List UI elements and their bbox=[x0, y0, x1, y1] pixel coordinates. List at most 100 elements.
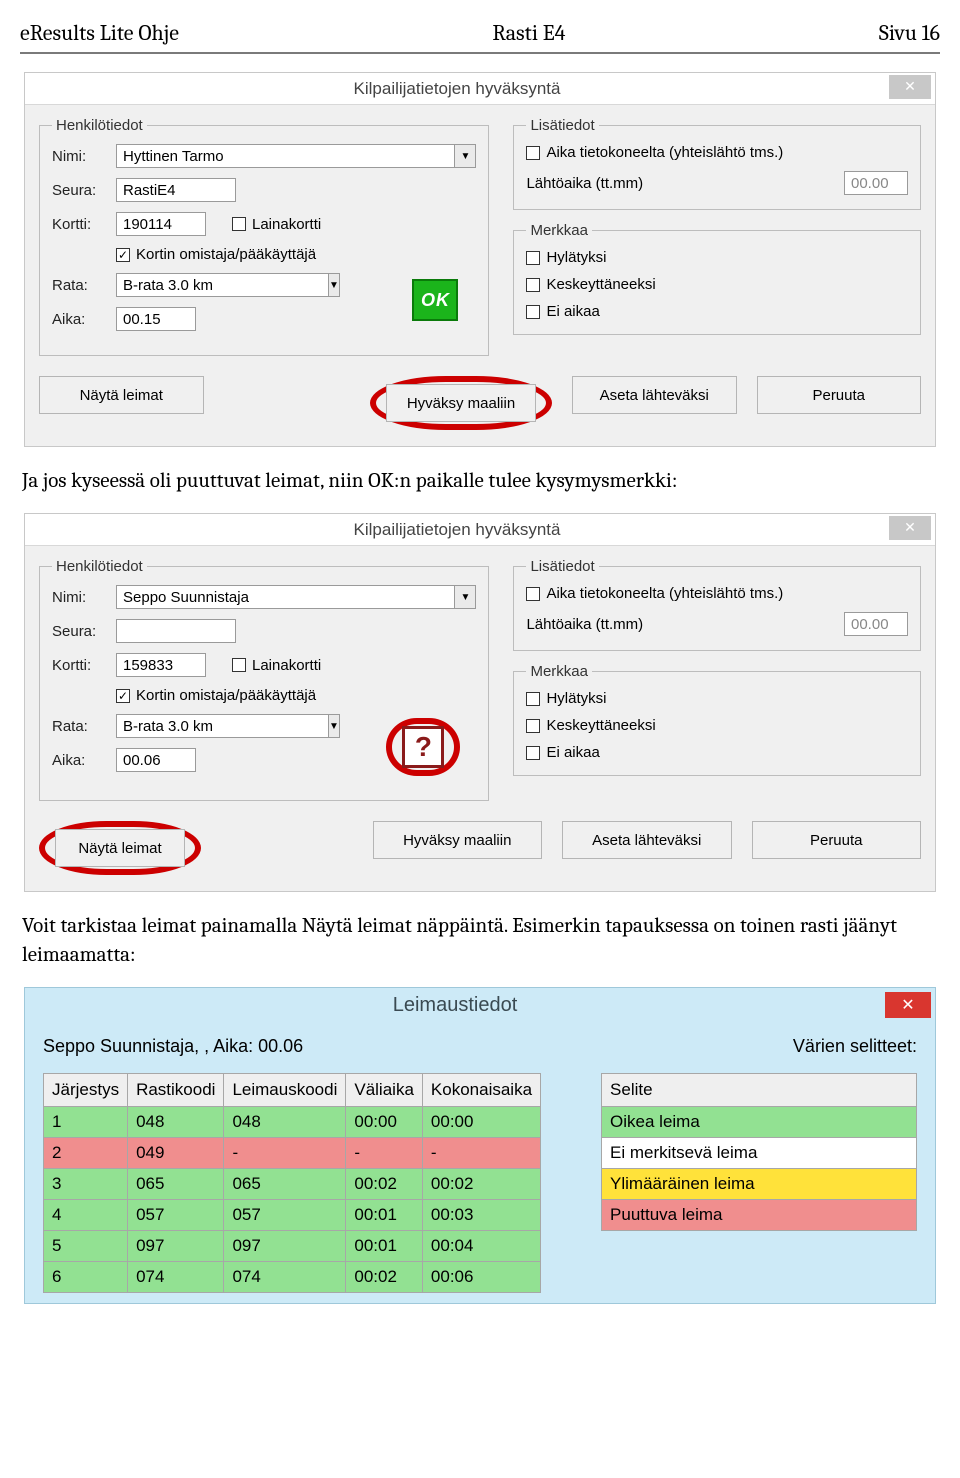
show-punches-label: Näytä leimat bbox=[80, 387, 163, 404]
dialog-title: Kilpailijatietojen hyväksyntä bbox=[25, 79, 889, 99]
legend-cell: Ei merkitsevä leima bbox=[602, 1138, 917, 1169]
narrative-2b: leimaamatta: bbox=[22, 941, 938, 969]
notime-checkbox[interactable]: Ei aikaa bbox=[526, 744, 599, 761]
label-name: Nimi: bbox=[52, 148, 116, 165]
punch-cell: 3 bbox=[44, 1169, 128, 1200]
approval-dialog-2: Kilpailijatietojen hyväksyntä ✕ Henkilöt… bbox=[24, 513, 936, 892]
legend-row: Oikea leima bbox=[602, 1107, 917, 1138]
start-time-input bbox=[844, 612, 908, 636]
time-input[interactable] bbox=[116, 748, 196, 772]
punch-cell: 00:01 bbox=[346, 1231, 423, 1262]
accept-finish-button[interactable]: Hyväksy maaliin bbox=[386, 384, 536, 422]
dnf-label: Keskeyttäneeksi bbox=[546, 276, 655, 293]
dialog-titlebar: Kilpailijatietojen hyväksyntä ✕ bbox=[25, 514, 935, 546]
close-button[interactable]: ✕ bbox=[889, 516, 931, 540]
close-button[interactable]: ✕ bbox=[889, 75, 931, 99]
computer-time-label: Aika tietokoneelta (yhteislähtö tms.) bbox=[546, 585, 783, 602]
punch-cell: 00:04 bbox=[422, 1231, 540, 1262]
computer-time-checkbox[interactable]: Aika tietokoneelta (yhteislähtö tms.) bbox=[526, 585, 783, 602]
person-group: Henkilötiedot Nimi: ▼ Seura: bbox=[39, 117, 489, 356]
header-left: eResults Lite Ohje bbox=[20, 20, 179, 46]
person-legend: Henkilötiedot bbox=[52, 558, 147, 575]
set-start-label: Aseta lähteväksi bbox=[600, 387, 709, 404]
punch-col-header: Kokonaisaika bbox=[422, 1074, 540, 1107]
punch-cell: 00:06 bbox=[422, 1262, 540, 1293]
course-input[interactable] bbox=[116, 714, 328, 738]
club-input[interactable] bbox=[116, 619, 236, 643]
name-input[interactable] bbox=[116, 144, 454, 168]
club-input[interactable] bbox=[116, 178, 236, 202]
punch-titlebar: Leimaustiedot ✕ bbox=[25, 988, 935, 1022]
label-name: Nimi: bbox=[52, 589, 116, 606]
loan-checkbox[interactable]: Lainakortti bbox=[232, 657, 321, 674]
show-punches-button[interactable]: Näytä leimat bbox=[39, 376, 204, 414]
legend-cell: Oikea leima bbox=[602, 1107, 917, 1138]
notime-checkbox[interactable]: Ei aikaa bbox=[526, 303, 599, 320]
punch-cell: 6 bbox=[44, 1262, 128, 1293]
person-group: Henkilötiedot Nimi: ▼ Seura: bbox=[39, 558, 489, 801]
owner-checkbox[interactable]: ✓Kortin omistaja/pääkäyttäjä bbox=[116, 246, 316, 263]
mark-legend: Merkkaa bbox=[526, 663, 592, 680]
punch-col-header: Leimauskoodi bbox=[224, 1074, 346, 1107]
extra-legend: Lisätiedot bbox=[526, 558, 598, 575]
card-input[interactable] bbox=[116, 653, 206, 677]
legend-header: Selite bbox=[602, 1074, 917, 1107]
punch-cell: 057 bbox=[128, 1200, 224, 1231]
punch-title: Leimaustiedot bbox=[25, 994, 885, 1017]
dialog-titlebar: Kilpailijatietojen hyväksyntä ✕ bbox=[25, 73, 935, 105]
punch-cell: 00:03 bbox=[422, 1200, 540, 1231]
owner-label: Kortin omistaja/pääkäyttäjä bbox=[136, 687, 316, 704]
dnf-checkbox[interactable]: Keskeyttäneeksi bbox=[526, 276, 655, 293]
loan-label: Lainakortti bbox=[252, 657, 321, 674]
legend-row: Puuttuva leima bbox=[602, 1200, 917, 1231]
punch-row[interactable]: 607407400:0200:06 bbox=[44, 1262, 541, 1293]
punch-col-header: Rastikoodi bbox=[128, 1074, 224, 1107]
punch-cell: 00:02 bbox=[346, 1169, 423, 1200]
extra-group: Lisätiedot Aika tietokoneelta (yhteisläh… bbox=[513, 117, 921, 210]
legend-cell: Puuttuva leima bbox=[602, 1200, 917, 1231]
punch-header-right: Värien selitteet: bbox=[793, 1036, 917, 1057]
dnf-checkbox[interactable]: Keskeyttäneeksi bbox=[526, 717, 655, 734]
punch-table: JärjestysRastikoodiLeimauskoodiVäliaikaK… bbox=[43, 1073, 541, 1293]
page-rule bbox=[20, 52, 940, 54]
punch-row[interactable]: 2049--- bbox=[44, 1138, 541, 1169]
legend-row: Ei merkitsevä leima bbox=[602, 1138, 917, 1169]
course-dropdown-button[interactable]: ▼ bbox=[328, 714, 340, 738]
accept-finish-button[interactable]: Hyväksy maaliin bbox=[373, 821, 543, 859]
show-punches-button[interactable]: Näytä leimat bbox=[55, 829, 185, 867]
header-center: Rasti E4 bbox=[492, 20, 565, 46]
name-input[interactable] bbox=[116, 585, 454, 609]
punch-row[interactable]: 104804800:0000:00 bbox=[44, 1107, 541, 1138]
punch-cell: 049 bbox=[128, 1138, 224, 1169]
set-start-button[interactable]: Aseta lähteväksi bbox=[562, 821, 732, 859]
computer-time-checkbox[interactable]: Aika tietokoneelta (yhteislähtö tms.) bbox=[526, 144, 783, 161]
punch-row[interactable]: 306506500:0200:02 bbox=[44, 1169, 541, 1200]
course-dropdown-button[interactable]: ▼ bbox=[328, 273, 340, 297]
dq-checkbox[interactable]: Hylätyksi bbox=[526, 690, 606, 707]
cancel-button[interactable]: Peruuta bbox=[752, 821, 922, 859]
header-right: Sivu 16 bbox=[879, 20, 940, 46]
label-course: Rata: bbox=[52, 718, 116, 735]
time-input[interactable] bbox=[116, 307, 196, 331]
card-input[interactable] bbox=[116, 212, 206, 236]
extra-legend: Lisätiedot bbox=[526, 117, 598, 134]
dq-label: Hylätyksi bbox=[546, 249, 606, 266]
close-button[interactable]: ✕ bbox=[885, 992, 931, 1018]
name-dropdown-button[interactable]: ▼ bbox=[454, 585, 476, 609]
name-dropdown-button[interactable]: ▼ bbox=[454, 144, 476, 168]
dq-checkbox[interactable]: Hylätyksi bbox=[526, 249, 606, 266]
punch-cell: 00:01 bbox=[346, 1200, 423, 1231]
punch-row[interactable]: 509709700:0100:04 bbox=[44, 1231, 541, 1262]
course-input[interactable] bbox=[116, 273, 328, 297]
punch-cell: 057 bbox=[224, 1200, 346, 1231]
owner-checkbox[interactable]: ✓Kortin omistaja/pääkäyttäjä bbox=[116, 687, 316, 704]
start-time-input bbox=[844, 171, 908, 195]
cancel-button[interactable]: Peruuta bbox=[757, 376, 922, 414]
punch-cell: 2 bbox=[44, 1138, 128, 1169]
punch-row[interactable]: 405705700:0100:03 bbox=[44, 1200, 541, 1231]
loan-checkbox[interactable]: Lainakortti bbox=[232, 216, 321, 233]
chevron-down-icon: ▼ bbox=[329, 721, 339, 732]
set-start-button[interactable]: Aseta lähteväksi bbox=[572, 376, 737, 414]
label-card: Kortti: bbox=[52, 657, 116, 674]
mark-group: Merkkaa Hylätyksi Keskeyttäneeksi Ei aik… bbox=[513, 222, 921, 335]
